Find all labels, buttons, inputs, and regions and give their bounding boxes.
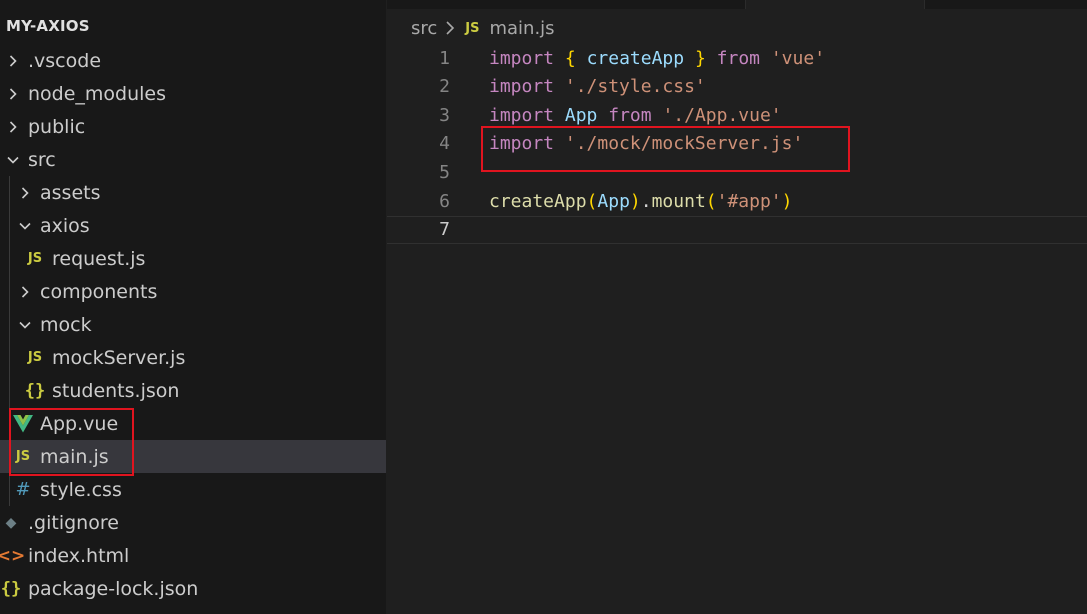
tree-file[interactable]: # style.css bbox=[0, 473, 386, 506]
js-file-icon: JS bbox=[465, 20, 480, 36]
tree-item-label: public bbox=[28, 115, 86, 138]
code-text: import App from './App.vue' bbox=[489, 104, 782, 126]
code-text: createApp(App).mount('#app') bbox=[489, 190, 793, 212]
chevron-down-icon bbox=[18, 219, 32, 233]
code-line[interactable]: 7 bbox=[387, 215, 1087, 244]
line-number: 3 bbox=[439, 104, 450, 126]
chevron-right-icon bbox=[18, 285, 32, 299]
tree-file[interactable]: JS mockServer.js bbox=[0, 341, 386, 374]
tab-main-js[interactable] bbox=[745, 0, 925, 9]
line-number: 7 bbox=[439, 219, 450, 241]
tree-item-label: src bbox=[28, 148, 56, 171]
tree-item-label: style.css bbox=[40, 478, 122, 501]
json-file-icon: {} bbox=[0, 578, 22, 599]
tree-item-label: package-lock.json bbox=[28, 577, 199, 600]
chevron-down-icon bbox=[18, 318, 32, 332]
code-line[interactable]: 5 bbox=[387, 158, 1087, 186]
code-line[interactable]: 4 import './mock/mockServer.js' bbox=[387, 130, 1087, 158]
tree-folder[interactable]: components bbox=[0, 275, 386, 308]
tree-item-label: request.js bbox=[52, 247, 146, 270]
line-number: 2 bbox=[439, 76, 450, 98]
tree-item-label: index.html bbox=[28, 544, 130, 567]
code-line[interactable]: 1 import { createApp } from 'vue' bbox=[387, 44, 1087, 72]
tree-item-label: App.vue bbox=[40, 412, 119, 435]
line-number: 6 bbox=[439, 190, 450, 212]
css-file-icon: # bbox=[15, 479, 31, 500]
tree-folder[interactable]: public bbox=[0, 110, 386, 143]
tree-file[interactable]: ◆ .gitignore bbox=[0, 506, 386, 539]
tree-file[interactable]: JS request.js bbox=[0, 242, 386, 275]
editor-pane: src JS main.js 1 import { createApp } fro… bbox=[387, 0, 1087, 614]
breadcrumb-file[interactable]: main.js bbox=[489, 18, 554, 39]
indent-guide bbox=[9, 176, 10, 506]
tree-folder[interactable]: assets bbox=[0, 176, 386, 209]
tree-item-label: .gitignore bbox=[28, 511, 119, 534]
tree-folder[interactable]: src bbox=[0, 143, 386, 176]
tree-item-label: mockServer.js bbox=[52, 346, 186, 369]
breadcrumb-folder[interactable]: src bbox=[411, 18, 437, 39]
tab-strip bbox=[387, 0, 1087, 9]
git-file-icon: ◆ bbox=[5, 514, 17, 531]
tree-folder[interactable]: .vscode bbox=[0, 44, 386, 77]
tree-file[interactable]: App.vue bbox=[0, 407, 386, 440]
code-text: import './mock/mockServer.js' bbox=[489, 133, 804, 155]
tree-item-label: axios bbox=[40, 214, 90, 237]
chevron-right-icon bbox=[18, 186, 32, 200]
code-line[interactable]: 2 import './style.css' bbox=[387, 73, 1087, 101]
chevron-right-icon bbox=[6, 54, 20, 68]
chevron-right-icon bbox=[6, 87, 20, 101]
tree-folder[interactable]: mock bbox=[0, 308, 386, 341]
js-file-icon: JS bbox=[15, 449, 31, 464]
line-number: 1 bbox=[439, 47, 450, 69]
html-file-icon: <> bbox=[0, 545, 26, 566]
breadcrumb: src JS main.js bbox=[411, 16, 555, 40]
line-number: 4 bbox=[439, 133, 450, 155]
chevron-right-icon bbox=[6, 120, 20, 134]
chevron-down-icon bbox=[6, 153, 20, 167]
tree-item-label: node_modules bbox=[28, 82, 167, 105]
tree-folder[interactable]: node_modules bbox=[0, 77, 386, 110]
explorer-sidebar: MY-AXIOS .vscode node_modulespublic src ass… bbox=[0, 0, 386, 614]
code-text: import './style.css' bbox=[489, 76, 706, 98]
tree-file[interactable]: <> index.html bbox=[0, 539, 386, 572]
json-file-icon: {} bbox=[24, 380, 46, 401]
code-text: import { createApp } from 'vue' bbox=[489, 47, 826, 69]
js-file-icon: JS bbox=[27, 350, 43, 365]
tree-file[interactable]: JS main.js bbox=[0, 440, 386, 473]
tree-item-label: students.json bbox=[52, 379, 180, 402]
tree-item-label: components bbox=[40, 280, 158, 303]
code-line[interactable]: 6 createApp(App).mount('#app') bbox=[387, 187, 1087, 215]
tree-item-label: main.js bbox=[40, 445, 109, 468]
js-file-icon: JS bbox=[27, 251, 43, 266]
tree-item-label: .vscode bbox=[28, 49, 102, 72]
tree-file[interactable]: {} package-lock.json bbox=[0, 572, 386, 605]
tree-item-label: mock bbox=[40, 313, 92, 336]
chevron-right-icon bbox=[445, 21, 455, 35]
code-line[interactable]: 3 import App from './App.vue' bbox=[387, 101, 1087, 129]
tree-folder[interactable]: axios bbox=[0, 209, 386, 242]
line-number: 5 bbox=[439, 161, 450, 183]
tree-file[interactable]: {} students.json bbox=[0, 374, 386, 407]
tree-item-label: assets bbox=[40, 181, 101, 204]
explorer-title[interactable]: MY-AXIOS bbox=[6, 17, 90, 35]
vue-file-icon bbox=[12, 414, 34, 433]
